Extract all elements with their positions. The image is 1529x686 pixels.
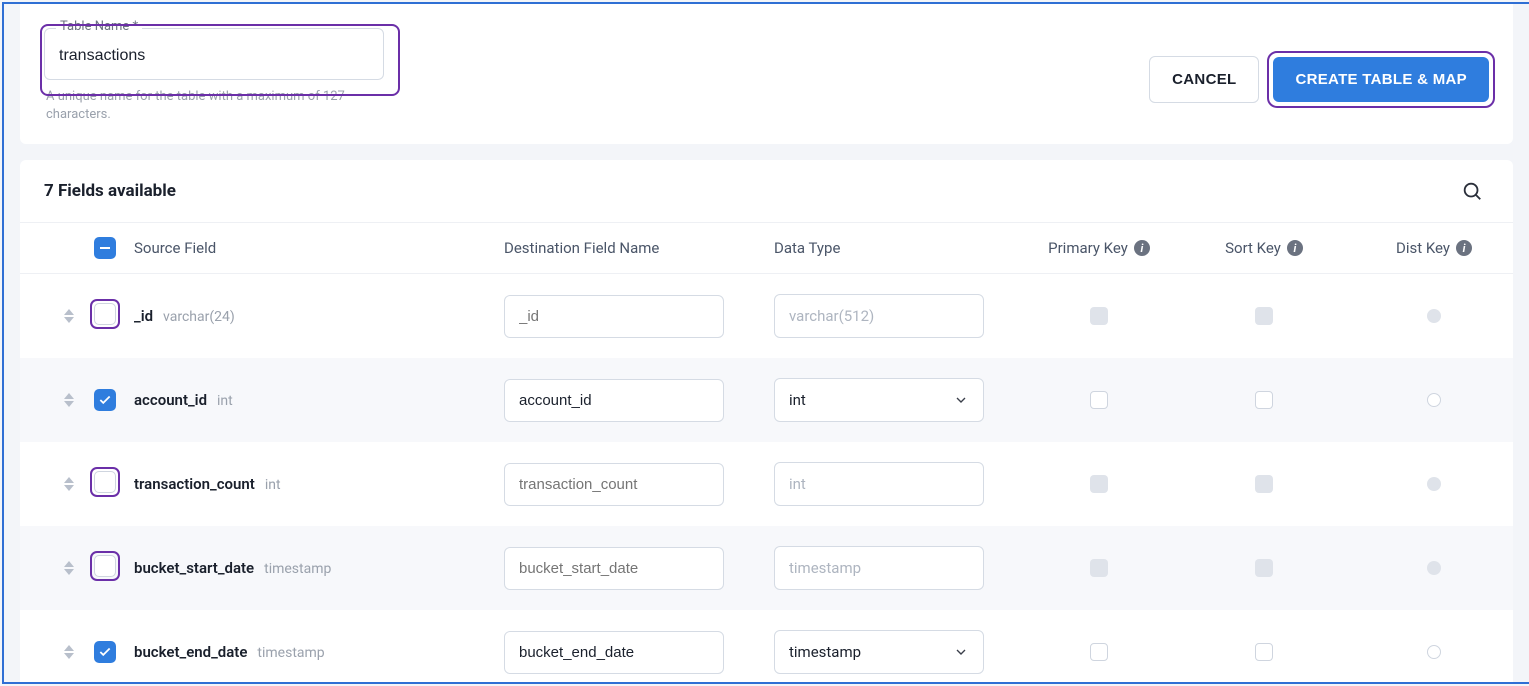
th-source-label: Source Field xyxy=(134,239,504,257)
create-table-and-map-button[interactable]: CREATE TABLE & MAP xyxy=(1273,57,1489,102)
field-row: bucket_start_date timestamp timestamp xyxy=(20,526,1513,610)
data-type-value: int xyxy=(789,391,806,409)
data-type-value: timestamp xyxy=(789,643,861,661)
key-radio-disabled xyxy=(1427,309,1441,323)
table-name-helper: A unique name for the table with a maxim… xyxy=(44,88,364,124)
chevron-down-icon xyxy=(953,392,969,408)
table-name-field: Table Name * xyxy=(44,28,384,80)
key-checkbox[interactable] xyxy=(1255,643,1273,661)
source-field-name: transaction_count xyxy=(134,475,255,493)
row-checkbox[interactable] xyxy=(94,389,116,411)
key-indicator-disabled xyxy=(1255,475,1273,493)
fields-header: 7 Fields available xyxy=(20,160,1513,223)
key-indicator-disabled xyxy=(1090,307,1108,325)
key-indicator-disabled xyxy=(1255,559,1273,577)
key-indicator-disabled xyxy=(1090,559,1108,577)
field-row: _id varchar(24) varchar(512) xyxy=(20,274,1513,358)
drag-handle[interactable] xyxy=(44,561,94,575)
destination-field-input xyxy=(504,463,724,506)
data-type-select[interactable]: int xyxy=(774,378,984,422)
table-name-input[interactable] xyxy=(44,28,384,80)
source-field-type: timestamp xyxy=(264,561,331,577)
th-dtype: Data Type xyxy=(774,239,1014,257)
chevron-down-icon xyxy=(953,644,969,660)
source-field: _id varchar(24) xyxy=(134,307,504,325)
table-name-field-wrap: Table Name * A unique name for the table… xyxy=(44,28,384,124)
fields-rows: _idvarchar(24)varchar(512)account_idinti… xyxy=(20,274,1513,684)
source-field: bucket_end_date timestamp xyxy=(134,643,504,661)
data-type-select: timestamp xyxy=(774,546,984,590)
th-source-field xyxy=(94,237,134,259)
th-sort-key: Sort Key i xyxy=(1184,239,1344,257)
field-row: transaction_count int int xyxy=(20,442,1513,526)
key-indicator-disabled xyxy=(1255,307,1273,325)
source-field: bucket_start_date timestamp xyxy=(134,559,504,577)
key-checkbox[interactable] xyxy=(1090,391,1108,409)
source-field-name: _id xyxy=(134,307,153,325)
th-dist-key: Dist Key i xyxy=(1344,239,1513,257)
drag-handle[interactable] xyxy=(44,645,94,659)
key-radio[interactable] xyxy=(1427,645,1441,659)
key-checkbox[interactable] xyxy=(1090,643,1108,661)
th-primary-key: Primary Key i xyxy=(1014,239,1184,257)
destination-field-input xyxy=(504,295,724,338)
table-name-label: Table Name * xyxy=(56,19,142,34)
key-checkbox[interactable] xyxy=(1255,391,1273,409)
drag-handle[interactable] xyxy=(44,393,94,407)
row-checkbox[interactable] xyxy=(94,303,116,325)
data-type-value: varchar(512) xyxy=(789,307,874,325)
info-icon[interactable]: i xyxy=(1456,240,1472,256)
fields-card: 7 Fields available Source Field Destinat… xyxy=(20,160,1513,684)
source-field-type: varchar(24) xyxy=(163,309,235,325)
row-checkbox[interactable] xyxy=(94,555,116,577)
drag-handle[interactable] xyxy=(44,309,94,323)
app-frame: Table Name * A unique name for the table… xyxy=(2,2,1529,684)
data-type-value: int xyxy=(789,475,806,493)
create-table-header-card: Table Name * A unique name for the table… xyxy=(20,4,1513,144)
search-icon[interactable] xyxy=(1461,180,1483,202)
header-actions: CANCEL CREATE TABLE & MAP xyxy=(1149,56,1489,103)
source-field-name: account_id xyxy=(134,391,207,409)
cancel-button[interactable]: CANCEL xyxy=(1149,56,1259,103)
source-field-type: timestamp xyxy=(257,645,324,661)
fields-table-header-row: Source Field Destination Field Name Data… xyxy=(20,223,1513,274)
create-button-wrap: CREATE TABLE & MAP xyxy=(1273,57,1489,102)
source-field: transaction_count int xyxy=(134,475,504,493)
source-field: account_id int xyxy=(134,391,504,409)
row-checkbox[interactable] xyxy=(94,471,116,493)
key-radio-disabled xyxy=(1427,477,1441,491)
row-checkbox[interactable] xyxy=(94,641,116,663)
info-icon[interactable]: i xyxy=(1287,240,1303,256)
key-radio[interactable] xyxy=(1427,393,1441,407)
th-dest: Destination Field Name xyxy=(504,239,774,257)
field-row: bucket_end_date timestamp timestamp xyxy=(20,610,1513,684)
fields-title: 7 Fields available xyxy=(44,181,176,201)
data-type-select: varchar(512) xyxy=(774,294,984,338)
source-field-type: int xyxy=(217,393,233,409)
key-indicator-disabled xyxy=(1090,475,1108,493)
source-field-name: bucket_start_date xyxy=(134,559,254,577)
data-type-select: int xyxy=(774,462,984,506)
data-type-value: timestamp xyxy=(789,559,861,577)
key-radio-disabled xyxy=(1427,561,1441,575)
destination-field-input xyxy=(504,547,724,590)
drag-handle[interactable] xyxy=(44,477,94,491)
field-row: account_id int int xyxy=(20,358,1513,442)
source-field-type: int xyxy=(265,477,281,493)
info-icon[interactable]: i xyxy=(1134,240,1150,256)
destination-field-input[interactable] xyxy=(504,379,724,422)
source-field-name: bucket_end_date xyxy=(134,643,247,661)
destination-field-input[interactable] xyxy=(504,631,724,674)
master-checkbox-indeterminate[interactable] xyxy=(94,237,116,259)
data-type-select[interactable]: timestamp xyxy=(774,630,984,674)
